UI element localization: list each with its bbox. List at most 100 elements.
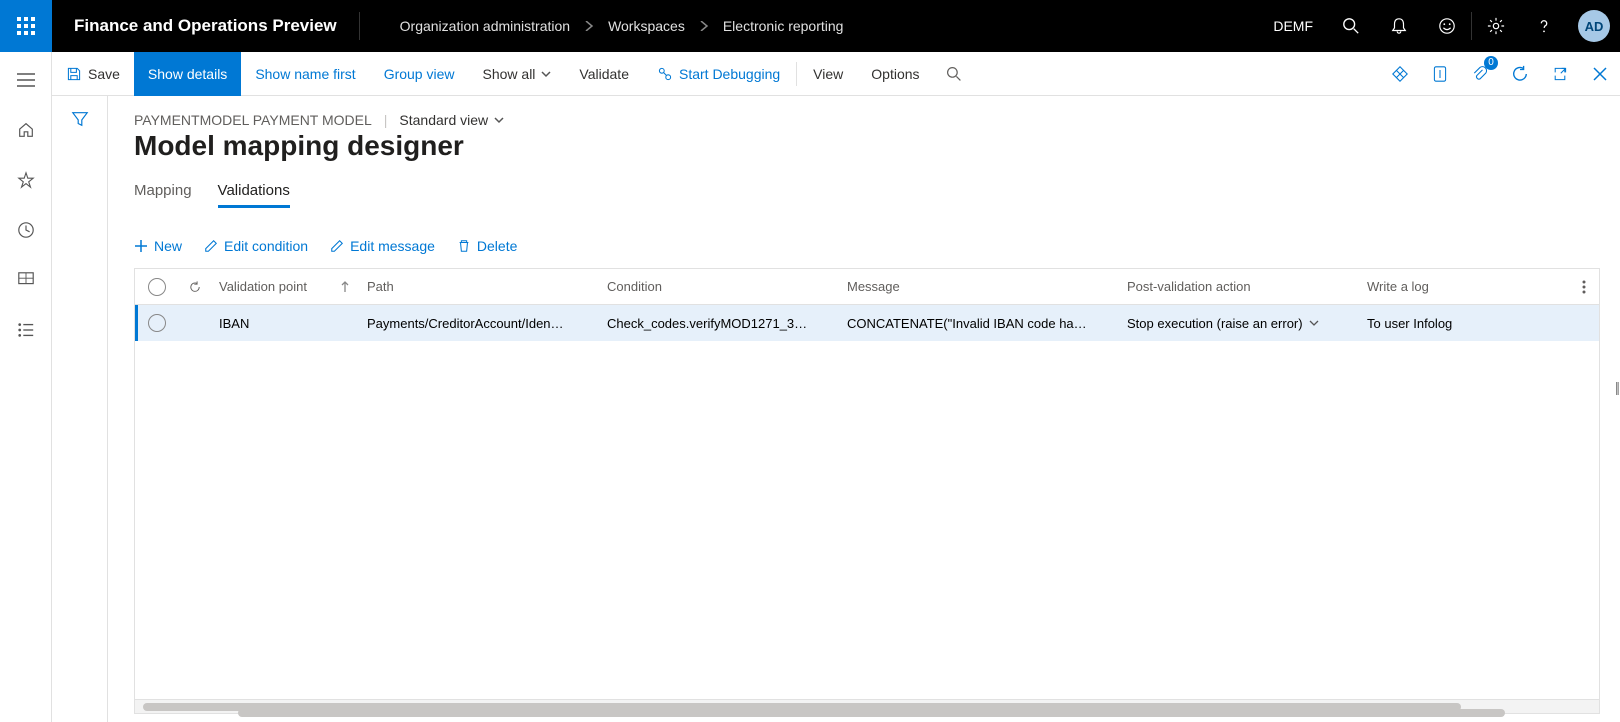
options-menu[interactable]: Options: [857, 52, 933, 96]
view-label: View: [813, 66, 843, 82]
actionbar-diamond-button[interactable]: [1380, 52, 1420, 96]
select-all-checkbox[interactable]: [135, 278, 179, 296]
company-picker[interactable]: DEMF: [1259, 18, 1327, 34]
chevron-right-icon: [699, 21, 709, 31]
group-view-button[interactable]: Group view: [370, 52, 469, 96]
debug-icon: [657, 66, 673, 82]
cell-write-a-log[interactable]: To user Infolog: [1359, 316, 1569, 331]
col-message[interactable]: Message: [839, 279, 1119, 294]
star-icon: [17, 171, 35, 189]
page-horizontal-scrollbar[interactable]: [108, 708, 1620, 718]
cell-validation-point[interactable]: IBAN: [211, 316, 331, 331]
search-icon: [946, 66, 962, 82]
edit-condition-label: Edit condition: [224, 238, 308, 254]
actionbar-popout-button[interactable]: [1540, 52, 1580, 96]
grid-refresh-button[interactable]: [179, 280, 211, 294]
col-condition[interactable]: Condition: [599, 279, 839, 294]
edit-message-label: Edit message: [350, 238, 435, 254]
cell-pva-value: Stop execution (raise an error): [1127, 316, 1303, 331]
modules-button[interactable]: [14, 318, 38, 342]
pencil-icon: [330, 239, 344, 253]
show-details-button[interactable]: Show details: [134, 52, 241, 96]
col-validation-point[interactable]: Validation point: [211, 279, 331, 294]
show-all-dropdown[interactable]: Show all: [469, 52, 566, 96]
trash-icon: [457, 239, 471, 253]
validate-button[interactable]: Validate: [565, 52, 643, 96]
show-all-label: Show all: [483, 66, 536, 82]
cell-path[interactable]: Payments/CreditorAccount/Iden…: [359, 316, 599, 331]
topbar-right: DEMF AD: [1259, 0, 1620, 52]
cell-condition[interactable]: Check_codes.verifyMOD1271_3…: [599, 316, 839, 331]
actionbar-page-button[interactable]: [1420, 52, 1460, 96]
home-icon: [17, 121, 35, 139]
validations-grid: Validation point Path Condition Message …: [134, 268, 1600, 714]
col-post-validation-action[interactable]: Post-validation action: [1119, 279, 1359, 294]
divider: [796, 62, 797, 86]
row-select-checkbox[interactable]: [135, 314, 179, 332]
app-launcher-button[interactable]: [0, 0, 52, 52]
tab-mapping[interactable]: Mapping: [134, 182, 192, 208]
show-name-first-button[interactable]: Show name first: [241, 52, 369, 96]
start-debugging-label: Start Debugging: [679, 66, 780, 82]
side-panel-grip[interactable]: ||: [1615, 379, 1618, 395]
edit-message-button[interactable]: Edit message: [330, 238, 435, 254]
recent-button[interactable]: [14, 218, 38, 242]
new-button[interactable]: New: [134, 238, 182, 254]
view-selector[interactable]: Standard view: [399, 112, 504, 128]
scrollbar-thumb[interactable]: [238, 709, 1505, 717]
search-icon: [1342, 17, 1360, 35]
workspaces-button[interactable]: [14, 268, 38, 292]
more-vertical-icon: [1582, 280, 1586, 294]
sort-indicator[interactable]: [331, 281, 359, 293]
plus-icon: [134, 239, 148, 253]
grid-toolbar: New Edit condition Edit message Delete: [134, 238, 1600, 254]
notifications-button[interactable]: [1375, 0, 1423, 52]
close-icon: [1593, 67, 1607, 81]
save-button[interactable]: Save: [52, 52, 134, 96]
help-button[interactable]: [1520, 0, 1568, 52]
col-path[interactable]: Path: [359, 279, 599, 294]
delete-button[interactable]: Delete: [457, 238, 517, 254]
filter-button[interactable]: [71, 110, 89, 722]
view-label: Standard view: [399, 112, 488, 128]
actionbar-search-button[interactable]: [934, 52, 974, 96]
hamburger-button[interactable]: [14, 68, 38, 92]
home-button[interactable]: [14, 118, 38, 142]
start-debugging-button[interactable]: Start Debugging: [643, 52, 794, 96]
actionbar-refresh-button[interactable]: [1500, 52, 1540, 96]
feedback-button[interactable]: [1423, 0, 1471, 52]
col-write-a-log[interactable]: Write a log: [1359, 279, 1569, 294]
filter-icon: [71, 110, 89, 128]
breadcrumb-item[interactable]: Organization administration: [400, 18, 570, 34]
options-label: Options: [871, 66, 919, 82]
tab-validations[interactable]: Validations: [218, 182, 290, 208]
page-icon: [1432, 65, 1448, 83]
chevron-down-icon: [541, 69, 551, 79]
settings-button[interactable]: [1472, 0, 1520, 52]
popout-icon: [1552, 66, 1568, 82]
group-view-label: Group view: [384, 66, 455, 82]
show-name-first-label: Show name first: [255, 66, 355, 82]
cell-message[interactable]: CONCATENATE("Invalid IBAN code ha…: [839, 316, 1119, 331]
breadcrumb-item[interactable]: Workspaces: [608, 18, 685, 34]
action-bar: Save Show details Show name first Group …: [52, 52, 1620, 96]
bell-icon: [1390, 17, 1408, 35]
user-avatar[interactable]: AD: [1578, 10, 1610, 42]
edit-condition-button[interactable]: Edit condition: [204, 238, 308, 254]
question-icon: [1535, 17, 1553, 35]
app-title: Finance and Operations Preview: [52, 16, 359, 36]
actionbar-close-button[interactable]: [1580, 52, 1620, 96]
search-button[interactable]: [1327, 0, 1375, 52]
breadcrumb-item[interactable]: Electronic reporting: [723, 18, 844, 34]
save-label: Save: [88, 66, 120, 82]
table-row[interactable]: IBAN Payments/CreditorAccount/Iden… Chec…: [135, 305, 1599, 341]
grid-column-options[interactable]: [1569, 280, 1599, 294]
actionbar-attachments-button[interactable]: 0: [1460, 52, 1500, 96]
divider: |: [384, 112, 388, 128]
view-menu[interactable]: View: [799, 52, 857, 96]
topbar: Finance and Operations Preview Organizat…: [0, 0, 1620, 52]
cell-post-validation-action[interactable]: Stop execution (raise an error): [1119, 316, 1359, 331]
favorites-button[interactable]: [14, 168, 38, 192]
tabs: Mapping Validations: [134, 182, 1600, 208]
smiley-icon: [1438, 17, 1456, 35]
